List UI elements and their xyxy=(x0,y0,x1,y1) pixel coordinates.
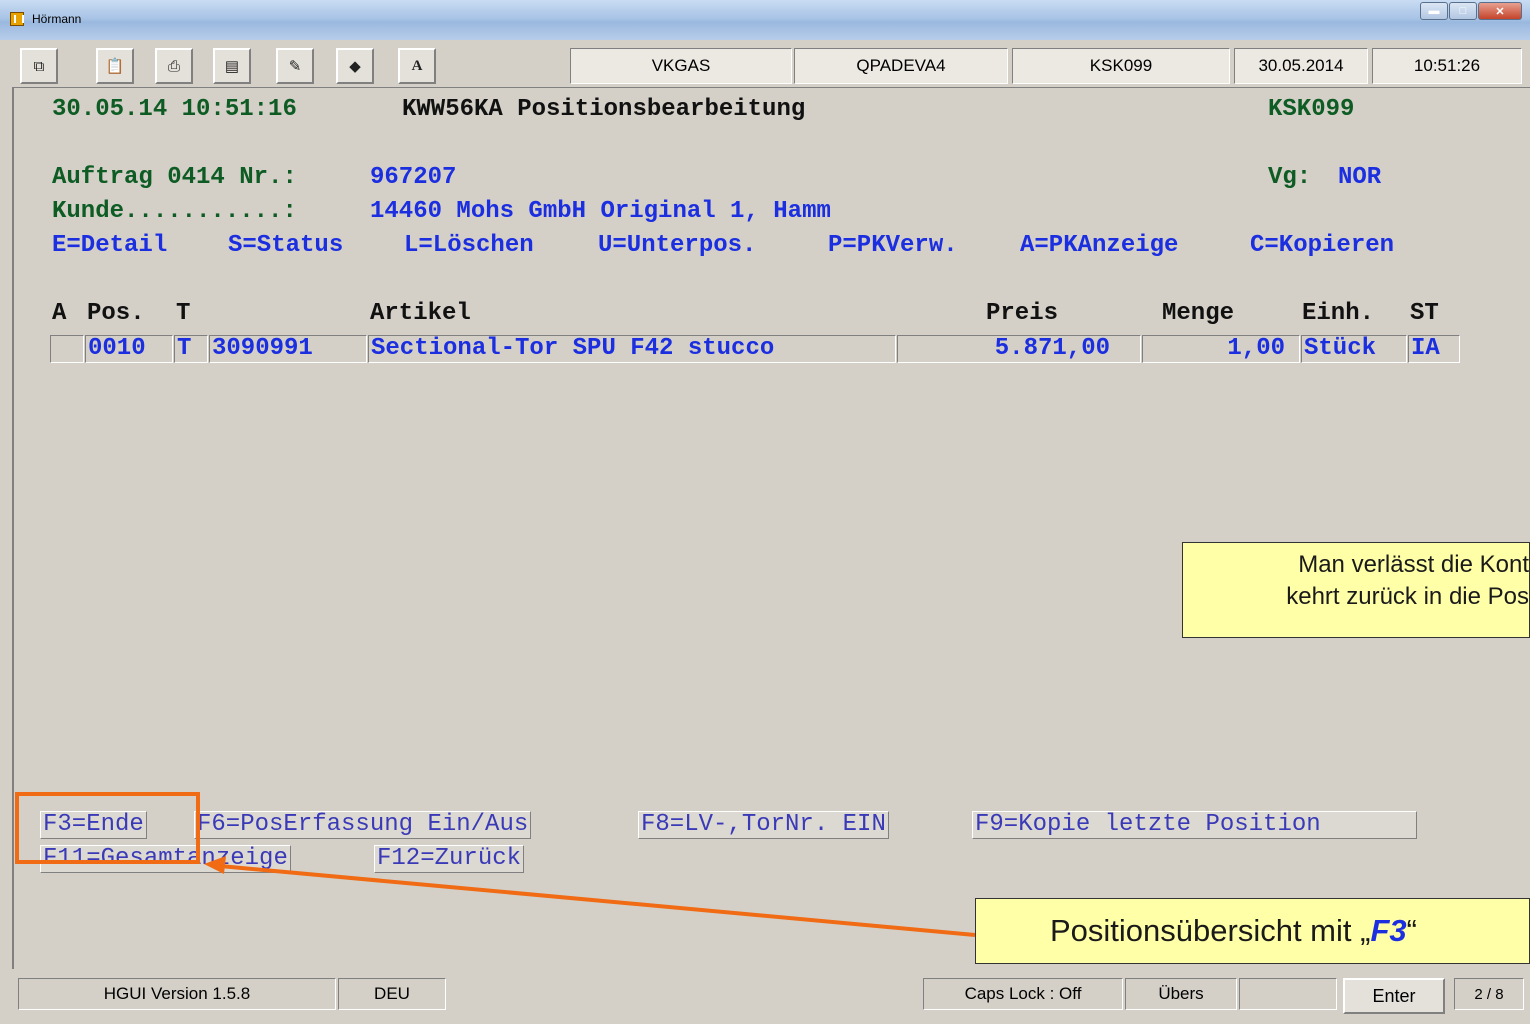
toolbar: ⧉ 📋 ⎙ ▤ ✎ ◆ A VKGAS QPADEVA4 KSK099 30.0… xyxy=(8,45,1530,87)
station-field: KSK099 xyxy=(1012,48,1230,84)
callout-leave-control: Man verlässt die Kont kehrt zurück in di… xyxy=(1182,542,1530,638)
callout2-key: F3 xyxy=(1370,913,1407,948)
window-controls: ▬ □ ✕ xyxy=(1419,2,1522,22)
close-icon[interactable]: ✕ xyxy=(1478,2,1522,20)
row-qty[interactable]: 1,00 xyxy=(1142,335,1300,363)
row-article-no[interactable]: 3090991 xyxy=(209,335,367,363)
mode-status: Übers xyxy=(1125,978,1237,1010)
status-blank xyxy=(1239,978,1337,1010)
row-st[interactable]: IA xyxy=(1408,335,1460,363)
f8-lv-tornr-button[interactable]: F8=LV-,TorNr. EIN xyxy=(638,811,889,839)
col-header-qty: Menge xyxy=(1162,300,1235,327)
col-header-unit: Einh. xyxy=(1302,300,1375,327)
maximize-icon[interactable]: □ xyxy=(1449,2,1477,20)
vg-value: NOR xyxy=(1338,164,1382,191)
callout1-line2: kehrt zurück in die Pos xyxy=(1286,583,1529,610)
print-screen-icon[interactable]: ▤ xyxy=(213,48,251,84)
row-unit[interactable]: Stück xyxy=(1301,335,1407,363)
vg-label: Vg: xyxy=(1268,164,1312,191)
option-delete: L=Löschen xyxy=(404,232,534,259)
page-indicator: 2 / 8 xyxy=(1454,978,1524,1010)
callout-f3: Positionsübersicht mit „F3“ xyxy=(975,898,1530,964)
option-pkanzeige: A=PKAnzeige xyxy=(1020,232,1179,259)
row-type[interactable]: T xyxy=(174,335,208,363)
callout1-line1: Man verlässt die Kont xyxy=(1298,551,1529,578)
system-field: QPADEVA4 xyxy=(794,48,1008,84)
callout2-suffix: “ xyxy=(1406,913,1417,948)
language-label: DEU xyxy=(338,978,446,1010)
version-label: HGUI Version 1.5.8 xyxy=(18,978,336,1010)
caps-lock-status: Caps Lock : Off xyxy=(923,978,1123,1010)
diamond-icon[interactable]: ◆ xyxy=(336,48,374,84)
option-detail: E=Detail xyxy=(52,232,168,259)
customer-value: 14460 Mohs GmbH Original 1, Hamm xyxy=(370,198,831,225)
user-field: VKGAS xyxy=(570,48,792,84)
order-number: 967207 xyxy=(370,164,457,191)
col-header-st: ST xyxy=(1410,300,1439,327)
paste-icon[interactable]: 📋 xyxy=(96,48,134,84)
enter-button[interactable]: Enter xyxy=(1343,978,1445,1014)
option-pkverw: P=PKVerw. xyxy=(828,232,958,259)
col-header-pos: Pos. xyxy=(87,300,145,327)
f6-poserfassung-button[interactable]: F6=PosErfassung Ein/Aus xyxy=(194,811,532,839)
header-datetime: 30.05.14 10:51:16 xyxy=(52,96,297,123)
print-icon[interactable]: ⎙ xyxy=(155,48,193,84)
option-subpos: U=Unterpos. xyxy=(598,232,757,259)
row-price[interactable]: 5.871,00 xyxy=(897,335,1141,363)
f9-copy-last-button[interactable]: F9=Kopie letzte Position xyxy=(972,811,1417,839)
col-header-t: T xyxy=(176,300,191,327)
option-copy: C=Kopieren xyxy=(1250,232,1395,259)
option-status: S=Status xyxy=(228,232,344,259)
window-title: Hörmann xyxy=(32,12,82,26)
status-bar: HGUI Version 1.5.8 DEU Caps Lock : Off Ü… xyxy=(8,970,1530,1020)
header-program: KWW56KA Positionsbearbeitung xyxy=(402,96,806,123)
date-field: 30.05.2014 xyxy=(1234,48,1368,84)
app-window: Hörmann ▬ □ ✕ ⧉ 📋 ⎙ ▤ ✎ ◆ A VKGAS QPADEV… xyxy=(0,0,1530,1024)
order-label: Auftrag 0414 Nr.: xyxy=(52,164,297,191)
print-setup-icon[interactable]: ✎ xyxy=(276,48,314,84)
minimize-icon[interactable]: ▬ xyxy=(1420,2,1448,20)
header-station: KSK099 xyxy=(1268,96,1355,123)
customer-label: Kunde...........: xyxy=(52,198,297,225)
font-button[interactable]: A xyxy=(398,48,436,84)
col-header-article: Artikel xyxy=(370,300,471,327)
row-action-input[interactable] xyxy=(50,335,84,363)
f12-back-button[interactable]: F12=Zurück xyxy=(374,845,525,873)
col-header-price: Preis xyxy=(986,300,1059,327)
row-pos[interactable]: 0010 xyxy=(85,335,173,363)
title-bar: Hörmann ▬ □ ✕ xyxy=(0,0,1530,40)
f3-highlight-box xyxy=(15,792,200,864)
callout2-prefix: Positionsübersicht mit „ xyxy=(1050,913,1371,948)
copy-icon[interactable]: ⧉ xyxy=(20,48,58,84)
col-header-a: A xyxy=(52,300,67,327)
app-logo-icon xyxy=(10,12,24,26)
time-field: 10:51:26 xyxy=(1372,48,1522,84)
row-article[interactable]: Sectional-Tor SPU F42 stucco xyxy=(368,335,896,363)
